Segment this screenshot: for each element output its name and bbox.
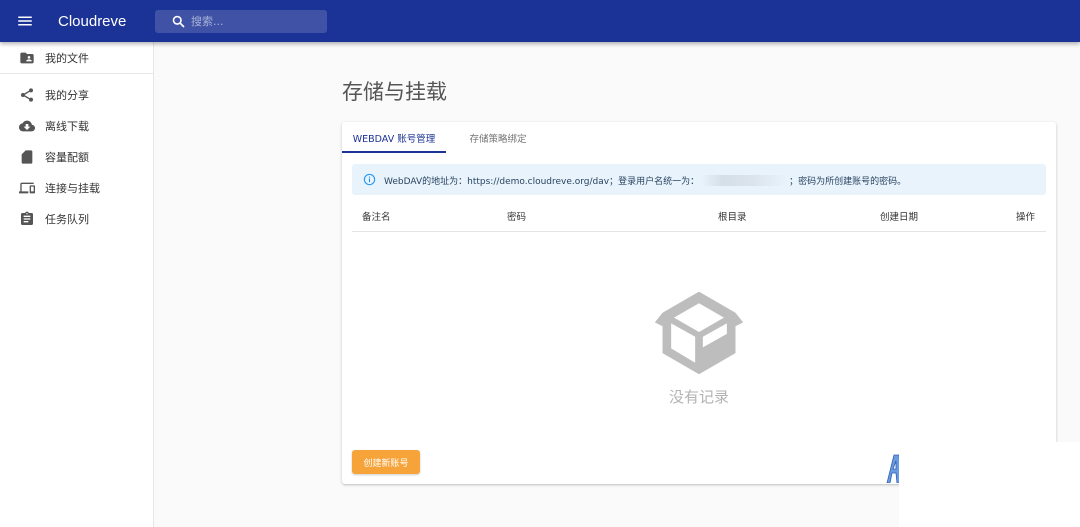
overlay-patch [899, 442, 1080, 527]
column-header-created: 创建日期 [880, 212, 919, 223]
sidebar-item-label: 我的分享 [45, 89, 89, 102]
sidebar-item-label: 任务队列 [45, 213, 89, 226]
menu-icon[interactable] [14, 10, 36, 32]
alert-text-before: WebDAV的地址为：https://demo.cloudreve.org/da… [384, 177, 700, 187]
sidebar-item-label: 我的文件 [45, 52, 89, 65]
column-header-name: 备注名 [362, 212, 391, 223]
info-alert: WebDAV的地址为：https://demo.cloudreve.org/da… [352, 164, 1046, 195]
sidebar-item-my-files[interactable]: 我的文件 [0, 44, 153, 72]
sidebar-item-task-queue[interactable]: 任务队列 [0, 205, 153, 233]
sidebar-item-connect-mount[interactable]: 连接与挂载 [0, 174, 153, 202]
page-title: 存储与挂载 [342, 80, 447, 104]
alert-text-after: ；密码为所创建账号的密码。 [789, 177, 907, 187]
devices-icon [19, 180, 35, 196]
search-box[interactable] [155, 10, 327, 33]
sidebar-item-my-shares[interactable]: 我的分享 [0, 81, 153, 109]
column-header-actions: 操作 [1016, 212, 1036, 223]
tab-webdav-accounts[interactable]: WEBDAV 账号管理 [342, 122, 446, 153]
empty-state-text: 没有记录 [668, 388, 729, 406]
sidebar-item-label: 连接与挂载 [45, 182, 100, 195]
sidebar-item-quota[interactable]: 容量配额 [0, 143, 153, 171]
search-input[interactable] [191, 12, 321, 31]
search-icon [172, 15, 185, 28]
sidebar-divider [0, 73, 153, 74]
blurred-username [701, 175, 788, 186]
tab-storage-policy[interactable]: 存储策略绑定 [446, 122, 550, 153]
alert-message: WebDAV的地址为：https://demo.cloudreve.org/da… [384, 174, 906, 187]
clipboard-list-icon [19, 211, 35, 227]
tab-indicator [342, 151, 446, 153]
column-header-root: 根目录 [718, 212, 747, 223]
column-header-password: 密码 [507, 212, 527, 223]
sidebar-item-label: 容量配额 [45, 151, 89, 164]
sd-card-icon [19, 149, 35, 165]
cloud-download-icon [19, 118, 35, 134]
empty-box-icon [654, 291, 744, 375]
app-bar: Cloudreve [0, 0, 1080, 42]
webdav-card: WEBDAV 账号管理 存储策略绑定 WebDAV的地址为：https://de… [342, 122, 1056, 484]
info-icon [363, 173, 376, 186]
app-title[interactable]: Cloudreve [58, 13, 126, 30]
share-icon [19, 87, 35, 103]
table-header: 备注名 密码 根目录 创建日期 操作 [352, 201, 1046, 232]
tab-bar: WEBDAV 账号管理 存储策略绑定 [342, 122, 1056, 153]
sidebar-item-offline-download[interactable]: 离线下载 [0, 112, 153, 140]
folder-user-icon [19, 50, 35, 66]
sidebar: 我的文件 我的分享 离线下载 容量配额 连接与挂载 任务队列 [0, 42, 154, 527]
create-account-button[interactable]: 创建新账号 [352, 450, 420, 474]
sidebar-item-label: 离线下载 [45, 120, 89, 133]
